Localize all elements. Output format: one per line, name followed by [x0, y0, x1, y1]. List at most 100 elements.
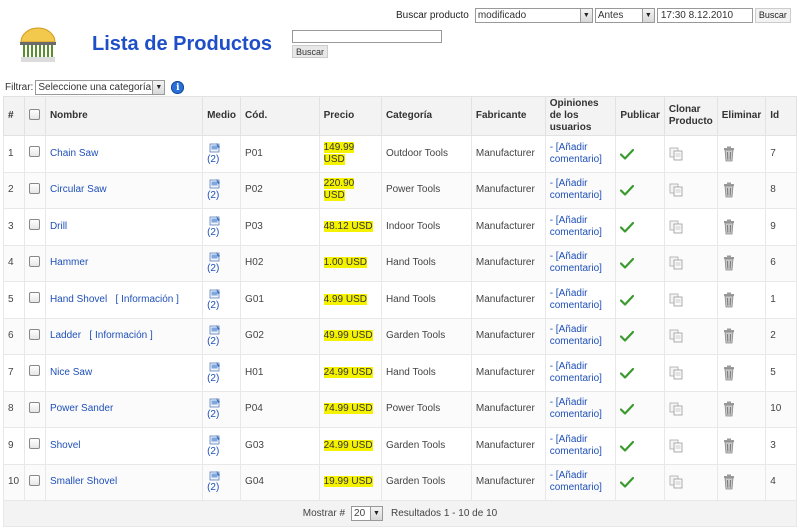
add-comment-link[interactable]: - [Añadir comentario] — [550, 178, 602, 201]
row-checkbox[interactable] — [28, 146, 40, 158]
media-icon[interactable] — [209, 251, 221, 263]
product-price[interactable]: 149.99 USD — [323, 141, 355, 165]
check-icon[interactable] — [620, 476, 635, 488]
product-name-link[interactable]: Ladder — [50, 330, 81, 341]
media-count-link[interactable]: (2) — [207, 482, 219, 493]
check-icon[interactable] — [620, 403, 635, 415]
search-button[interactable]: Buscar — [754, 7, 791, 23]
product-price[interactable]: 74.99 USD — [323, 403, 373, 415]
product-price[interactable]: 24.99 USD — [323, 439, 373, 451]
media-count-link[interactable]: (2) — [207, 336, 219, 347]
media-count-link[interactable]: (2) — [207, 300, 219, 311]
select-all-checkbox[interactable] — [28, 108, 40, 120]
trash-icon[interactable] — [722, 182, 736, 198]
add-comment-link[interactable]: - [Añadir comentario] — [550, 470, 602, 493]
trash-icon[interactable] — [722, 438, 736, 454]
clone-icon[interactable] — [669, 293, 683, 307]
check-icon[interactable] — [620, 184, 635, 196]
trash-icon[interactable] — [722, 255, 736, 271]
product-price[interactable]: 19.99 USD — [323, 476, 373, 488]
product-name-link[interactable]: Drill — [50, 221, 67, 232]
col-id[interactable]: Id — [765, 96, 797, 136]
media-count-link[interactable]: (2) — [207, 446, 219, 457]
media-count-link[interactable]: (2) — [207, 263, 219, 274]
row-checkbox[interactable] — [28, 219, 40, 231]
media-count-link[interactable]: (2) — [207, 373, 219, 384]
product-name-link[interactable]: Hand Shovel — [50, 294, 107, 305]
add-comment-link[interactable]: - [Añadir comentario] — [550, 251, 602, 274]
product-price[interactable]: 24.99 USD — [323, 366, 373, 378]
search-when-select[interactable]: Antes ▼ — [594, 7, 655, 23]
keyword-search-button[interactable]: Buscar — [292, 45, 329, 58]
search-date-input[interactable]: 17:30 8.12.2010 — [656, 7, 753, 23]
product-info-link[interactable]: [ Información ] — [116, 294, 179, 305]
product-name-link[interactable]: Power Sander — [50, 403, 113, 414]
row-checkbox[interactable] — [28, 292, 40, 304]
info-icon[interactable]: i — [171, 81, 185, 94]
product-price[interactable]: 220.90 USD — [323, 178, 355, 202]
add-comment-link[interactable]: - [Añadir comentario] — [550, 397, 602, 420]
add-comment-link[interactable]: - [Añadir comentario] — [550, 288, 602, 311]
row-checkbox[interactable] — [28, 255, 40, 267]
col-price[interactable]: Precio — [318, 96, 382, 136]
media-count-link[interactable]: (2) — [207, 154, 219, 165]
clone-icon[interactable] — [669, 402, 683, 416]
product-name-link[interactable]: Hammer — [50, 257, 88, 268]
trash-icon[interactable] — [722, 219, 736, 235]
product-price[interactable]: 4.99 USD — [323, 293, 367, 305]
keyword-search-input[interactable] — [292, 30, 442, 43]
add-comment-link[interactable]: - [Añadir comentario] — [550, 434, 602, 457]
check-icon[interactable] — [620, 257, 635, 269]
trash-icon[interactable] — [722, 401, 736, 417]
product-name-link[interactable]: Smaller Shovel — [50, 476, 117, 487]
clone-icon[interactable] — [669, 439, 683, 453]
col-publish[interactable]: Publicar — [615, 96, 665, 136]
trash-icon[interactable] — [722, 292, 736, 308]
row-checkbox[interactable] — [28, 438, 40, 450]
media-icon[interactable] — [209, 142, 221, 154]
row-checkbox[interactable] — [28, 328, 40, 340]
media-count-link[interactable]: (2) — [207, 409, 219, 420]
product-name-link[interactable]: Chain Saw — [50, 148, 98, 159]
product-price[interactable]: 1.00 USD — [323, 257, 367, 269]
col-name[interactable]: Nombre — [44, 96, 204, 136]
trash-icon[interactable] — [722, 474, 736, 490]
media-icon[interactable] — [209, 178, 221, 190]
trash-icon[interactable] — [722, 365, 736, 381]
media-icon[interactable] — [209, 215, 221, 227]
product-price[interactable]: 49.99 USD — [323, 330, 373, 342]
media-count-link[interactable]: (2) — [207, 190, 219, 201]
category-select[interactable]: Seleccione una categoría ▼ — [35, 80, 166, 95]
per-page-select[interactable]: 20 ▼ — [351, 506, 384, 521]
clone-icon[interactable] — [669, 220, 683, 234]
check-icon[interactable] — [620, 440, 635, 452]
media-icon[interactable] — [209, 434, 221, 446]
media-icon[interactable] — [209, 361, 221, 373]
row-checkbox[interactable] — [28, 474, 40, 486]
clone-icon[interactable] — [669, 475, 683, 489]
col-category[interactable]: Categoría — [380, 96, 472, 136]
add-comment-link[interactable]: - [Añadir comentario] — [550, 324, 602, 347]
row-checkbox[interactable] — [28, 365, 40, 377]
trash-icon[interactable] — [722, 328, 736, 344]
trash-icon[interactable] — [722, 146, 736, 162]
add-comment-link[interactable]: - [Añadir comentario] — [550, 215, 602, 238]
add-comment-link[interactable]: - [Añadir comentario] — [550, 142, 602, 165]
row-checkbox[interactable] — [28, 401, 40, 413]
check-icon[interactable] — [620, 148, 635, 160]
media-icon[interactable] — [209, 324, 221, 336]
clone-icon[interactable] — [669, 256, 683, 270]
product-price[interactable]: 48.12 USD — [323, 220, 373, 232]
col-num[interactable]: # — [3, 96, 25, 136]
check-icon[interactable] — [620, 294, 635, 306]
check-icon[interactable] — [620, 221, 635, 233]
media-icon[interactable] — [209, 470, 221, 482]
product-name-link[interactable]: Circular Saw — [50, 184, 107, 195]
product-info-link[interactable]: [ Información ] — [89, 330, 152, 341]
product-name-link[interactable]: Nice Saw — [50, 367, 92, 378]
clone-icon[interactable] — [669, 366, 683, 380]
add-comment-link[interactable]: - [Añadir comentario] — [550, 361, 602, 384]
clone-icon[interactable] — [669, 329, 683, 343]
clone-icon[interactable] — [669, 147, 683, 161]
check-icon[interactable] — [620, 367, 635, 379]
